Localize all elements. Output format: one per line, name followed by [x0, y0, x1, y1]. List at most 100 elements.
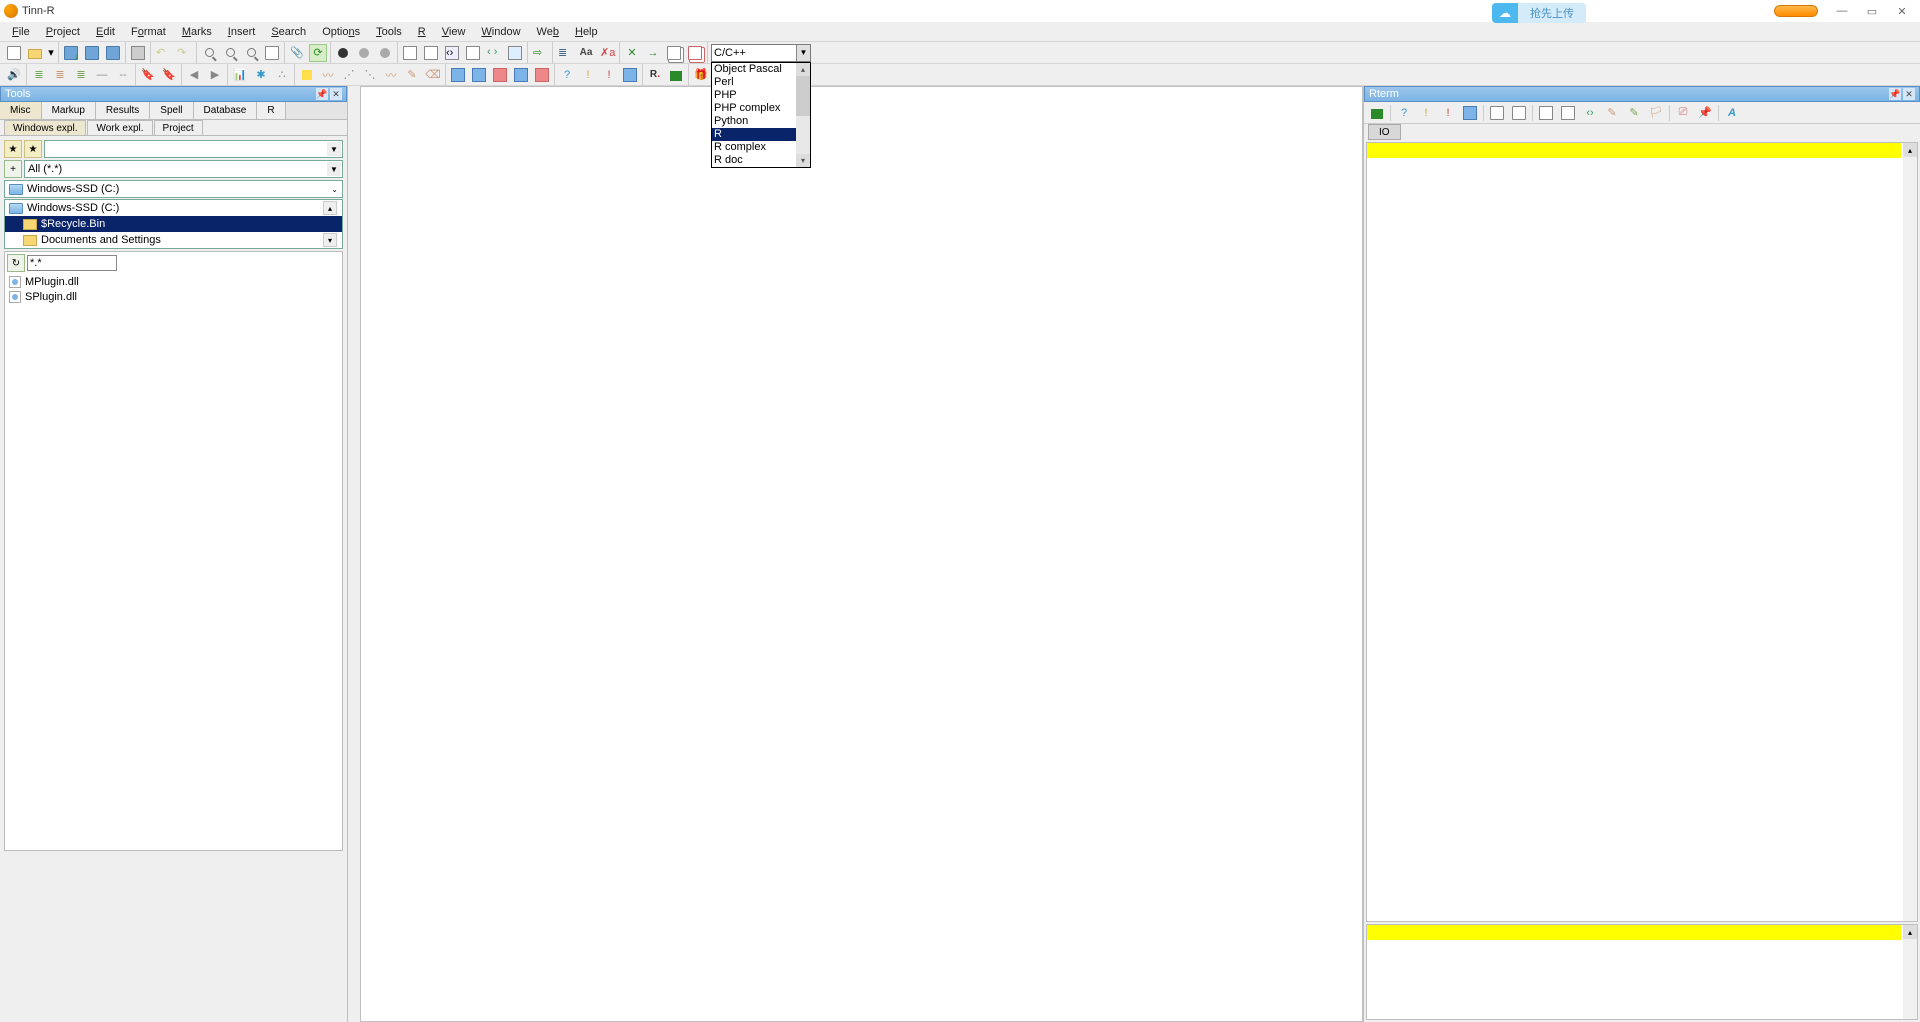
rterm-code-button[interactable]: ‹›: [1581, 104, 1599, 122]
strike-button[interactable]: ✗a: [598, 44, 616, 62]
tree-scroll-down[interactable]: ▾: [323, 233, 337, 247]
menu-view[interactable]: View: [434, 24, 474, 40]
close-panel-icon[interactable]: ✕: [1903, 88, 1915, 100]
menu-file[interactable]: File: [4, 24, 38, 40]
window-4-button[interactable]: [512, 66, 530, 84]
rterm-output[interactable]: ▴: [1366, 142, 1918, 922]
menu-project[interactable]: Project: [38, 24, 88, 40]
output-scrollbar[interactable]: ▴: [1903, 143, 1917, 921]
rterm-green-button[interactable]: [1368, 104, 1386, 122]
help-button[interactable]: ?: [558, 66, 576, 84]
indent-right-button[interactable]: ≣: [51, 66, 69, 84]
menu-options[interactable]: Options: [314, 24, 368, 40]
subtab-work-expl[interactable]: Work expl.: [87, 120, 152, 135]
editor-area[interactable]: [360, 86, 1363, 1022]
menu-marks[interactable]: Marks: [174, 24, 220, 40]
rterm-highlight-button[interactable]: ✎: [1625, 104, 1643, 122]
rterm-flag-button[interactable]: 🏳: [1647, 104, 1665, 122]
book-button[interactable]: [621, 66, 639, 84]
rterm-panel-title[interactable]: Rterm 📌 ✕: [1364, 86, 1920, 102]
gift-button[interactable]: 🎁: [692, 66, 710, 84]
window-5-button[interactable]: [533, 66, 551, 84]
menu-format[interactable]: Format: [123, 24, 174, 40]
rterm-win-2-button[interactable]: [1559, 104, 1577, 122]
rterm-pencil-button[interactable]: ✎: [1603, 104, 1621, 122]
menu-tools[interactable]: Tools: [368, 24, 410, 40]
chart-2-button[interactable]: ✱: [252, 66, 270, 84]
syntax-combo[interactable]: C/C++ ▼ Object Pascal Perl PHP PHP compl…: [711, 44, 811, 62]
file-item[interactable]: SPlugin.dll: [5, 289, 342, 304]
redo-button[interactable]: ↷: [175, 44, 193, 62]
window-3-button[interactable]: [491, 66, 509, 84]
pin-icon[interactable]: 📌: [316, 88, 328, 100]
search-more-button[interactable]: [221, 44, 239, 62]
tree-drive[interactable]: Windows-SSD (C:): [5, 200, 342, 216]
close-panel-icon[interactable]: ✕: [330, 88, 342, 100]
dropdown-scrollbar[interactable]: ▴ ▾: [796, 63, 810, 167]
favorite-2-button[interactable]: ★: [24, 140, 42, 158]
tab-markup[interactable]: Markup: [42, 102, 96, 119]
warn-red-button[interactable]: !: [600, 66, 618, 84]
r-logo-button[interactable]: R.: [646, 66, 664, 84]
menu-search[interactable]: Search: [263, 24, 314, 40]
cloud-upload-widget[interactable]: ☁ 抢先上传: [1492, 3, 1586, 23]
menu-help[interactable]: Help: [567, 24, 606, 40]
close-button[interactable]: ✕: [1888, 2, 1916, 20]
layout-3-button[interactable]: ‹›: [443, 44, 461, 62]
rterm-warn-r-button[interactable]: !: [1439, 104, 1457, 122]
layout-5-button[interactable]: ‹ ›: [485, 44, 503, 62]
speaker-button[interactable]: 🔊: [5, 66, 23, 84]
rterm-warn-y-button[interactable]: !: [1417, 104, 1435, 122]
tools-panel-title[interactable]: Tools 📌 ✕: [0, 86, 347, 102]
open-dropdown-icon[interactable]: ▾: [47, 44, 55, 62]
subtab-project[interactable]: Project: [154, 120, 203, 135]
line-button[interactable]: —: [93, 66, 111, 84]
tab-database[interactable]: Database: [194, 102, 258, 119]
record-stop-button[interactable]: [376, 44, 394, 62]
tree-folder-recyclebin[interactable]: $Recycle.Bin: [5, 216, 342, 232]
rterm-input[interactable]: ▴: [1366, 924, 1918, 1020]
tab-spell[interactable]: Spell: [150, 102, 193, 119]
rterm-font-button[interactable]: A: [1723, 104, 1741, 122]
input-scrollbar[interactable]: ▴: [1903, 925, 1917, 1019]
subtab-windows-expl[interactable]: Windows expl.: [4, 120, 86, 135]
new-file-button[interactable]: [5, 44, 23, 62]
chart-3-button[interactable]: ∴: [273, 66, 291, 84]
rterm-tab-io[interactable]: IO: [1368, 124, 1401, 140]
search-replace-button[interactable]: [242, 44, 260, 62]
favorite-1-button[interactable]: ★: [4, 140, 22, 158]
menu-r[interactable]: R: [410, 24, 434, 40]
rterm-pin-button[interactable]: 📌: [1696, 104, 1714, 122]
indent-button[interactable]: ≣: [556, 44, 574, 62]
record-mid-button[interactable]: [355, 44, 373, 62]
rterm-doc-2-button[interactable]: [1510, 104, 1528, 122]
menu-edit[interactable]: Edit: [88, 24, 123, 40]
file-refresh-button[interactable]: ↻: [7, 254, 25, 272]
layout-2-button[interactable]: [422, 44, 440, 62]
tab-r[interactable]: R: [257, 102, 285, 119]
outdent-button[interactable]: ≣: [72, 66, 90, 84]
maximize-button[interactable]: ▭: [1858, 2, 1886, 20]
plot-2-button[interactable]: ⋰: [340, 66, 358, 84]
plot-1-button[interactable]: 〰: [319, 66, 337, 84]
prev-button[interactable]: ◀: [185, 66, 203, 84]
copy-red-button[interactable]: [686, 44, 704, 62]
rterm-book-button[interactable]: [1461, 104, 1479, 122]
chart-1-button[interactable]: 📊: [231, 66, 249, 84]
eraser-button[interactable]: ⌫: [424, 66, 442, 84]
stop-yellow-button[interactable]: [298, 66, 316, 84]
window-2-button[interactable]: [470, 66, 488, 84]
forward-button[interactable]: →: [644, 44, 662, 62]
undo-button[interactable]: ↶: [154, 44, 172, 62]
tree-folder-documents[interactable]: Documents and Settings: [5, 232, 342, 248]
search-button[interactable]: [200, 44, 218, 62]
brush-button[interactable]: ✎: [403, 66, 421, 84]
pin-icon[interactable]: 📌: [1889, 88, 1901, 100]
plot-4-button[interactable]: 〰: [382, 66, 400, 84]
layout-1-button[interactable]: [401, 44, 419, 62]
dash-button[interactable]: --: [114, 66, 132, 84]
file-filter-input[interactable]: [27, 255, 117, 271]
r-green-button[interactable]: [667, 66, 685, 84]
rterm-doc-1-button[interactable]: [1488, 104, 1506, 122]
navigation-button[interactable]: ⇨: [531, 44, 549, 62]
